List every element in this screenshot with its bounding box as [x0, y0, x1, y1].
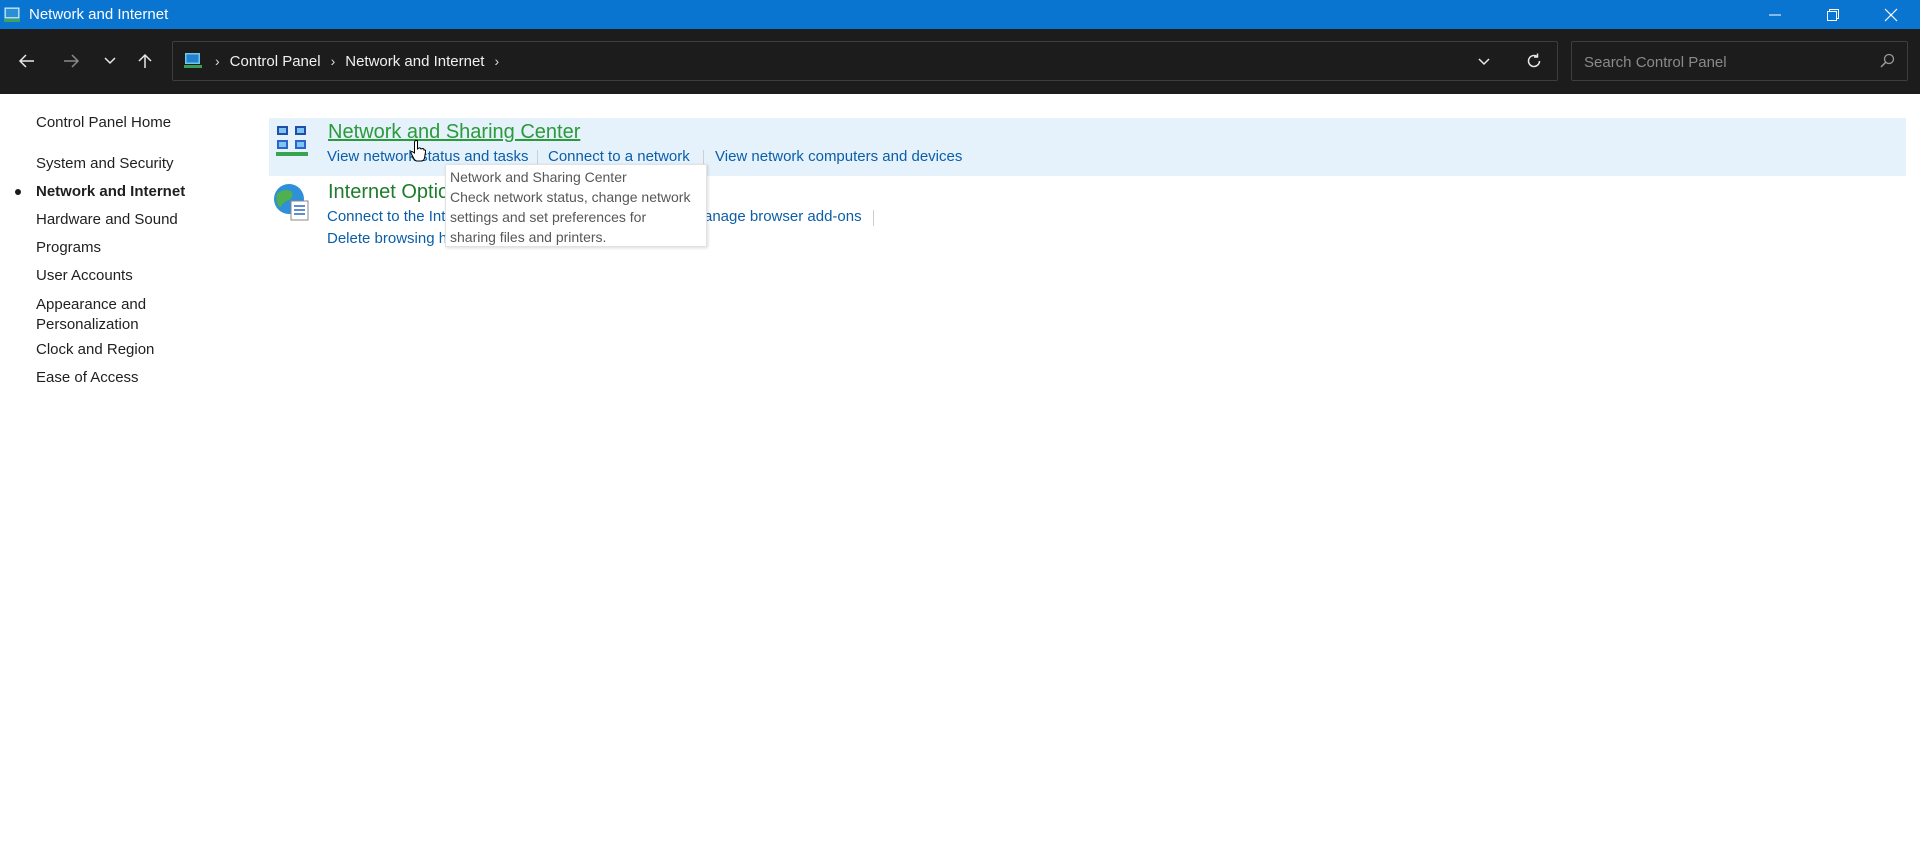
forward-arrow-icon — [64, 54, 80, 68]
close-icon — [1884, 8, 1898, 21]
sidebar-item-clock-and-region[interactable]: Clock and Region — [36, 341, 154, 358]
link-separator — [873, 210, 874, 226]
navigation-bar: › Control Panel › Network and Internet › — [0, 29, 1920, 94]
search-input[interactable] — [1582, 42, 1866, 82]
sidebar-item-network-and-internet[interactable]: Network and Internet — [36, 183, 185, 200]
chevron-down-icon — [104, 57, 116, 65]
link-view-network-status[interactable]: View network status and tasks — [327, 148, 529, 165]
tooltip-text: Check network status, change network — [450, 189, 691, 205]
up-arrow-icon — [138, 53, 152, 68]
control-panel-icon — [4, 7, 20, 22]
link-connect-to-the-internet[interactable]: Connect to the Int — [327, 208, 445, 225]
refresh-icon — [1527, 53, 1541, 68]
link-delete-browsing-history[interactable]: Delete browsing h — [327, 230, 447, 247]
up-button[interactable] — [130, 46, 160, 76]
sidebar-item-control-panel-home[interactable]: Control Panel Home — [36, 114, 171, 131]
forward-button[interactable] — [56, 46, 86, 76]
window-title: Network and Internet — [29, 6, 169, 23]
search-icon[interactable] — [1879, 53, 1895, 69]
link-view-network-computers[interactable]: View network computers and devices — [715, 148, 962, 165]
sidebar-item-user-accounts[interactable]: User Accounts — [36, 267, 133, 284]
breadcrumb-chevron-icon: › — [215, 53, 220, 69]
close-button[interactable] — [1862, 0, 1920, 29]
link-connect-to-a-network[interactable]: Connect to a network — [548, 148, 690, 165]
breadcrumb-chevron-icon[interactable]: › — [494, 53, 499, 69]
title-bar: Network and Internet — [0, 0, 1920, 29]
sidebar-item-appearance-and-personalization[interactable]: Appearance and Personalization — [36, 295, 146, 335]
breadcrumb-network-and-internet[interactable]: Network and Internet — [345, 53, 484, 70]
sidebar-item-ease-of-access[interactable]: Ease of Access — [36, 369, 139, 386]
address-bar[interactable]: › Control Panel › Network and Internet › — [172, 41, 1558, 81]
internet-options-icon[interactable] — [271, 182, 311, 222]
sidebar-item-hardware-and-sound[interactable]: Hardware and Sound — [36, 211, 178, 228]
category-title-network-and-sharing-center[interactable]: Network and Sharing Center — [328, 121, 580, 144]
restore-icon — [1827, 8, 1839, 21]
refresh-button[interactable] — [1519, 46, 1549, 76]
sidebar-item-system-and-security[interactable]: System and Security — [36, 155, 174, 172]
address-dropdown-button[interactable] — [1473, 51, 1495, 73]
back-arrow-icon — [18, 54, 34, 68]
tooltip-text: sharing files and printers. — [450, 229, 607, 245]
chevron-down-icon — [1478, 58, 1490, 66]
search-box[interactable] — [1571, 41, 1908, 82]
network-sharing-center-icon[interactable] — [273, 122, 313, 162]
sidebar-item-programs[interactable]: Programs — [36, 239, 101, 256]
breadcrumb-control-panel[interactable]: Control Panel — [230, 53, 321, 70]
breadcrumb-chevron-icon[interactable]: › — [331, 53, 336, 69]
tooltip-text: settings and set preferences for — [450, 209, 647, 225]
link-manage-browser-add-ons[interactable]: anage browser add-ons — [704, 208, 862, 225]
hand-cursor-icon — [410, 140, 426, 162]
tooltip-title: Network and Sharing Center — [450, 169, 627, 185]
recent-locations-button[interactable] — [95, 46, 125, 76]
minimize-button[interactable] — [1746, 0, 1804, 29]
sidebar-item-label: Appearance and — [36, 296, 147, 313]
minimize-icon — [1769, 14, 1781, 15]
control-panel-icon — [184, 53, 202, 68]
back-button[interactable] — [12, 46, 42, 76]
restore-button[interactable] — [1804, 0, 1862, 29]
sidebar-item-label: Personalization — [36, 316, 139, 333]
tooltip: Network and Sharing Center Check network… — [445, 164, 707, 247]
active-bullet-icon — [15, 189, 21, 195]
